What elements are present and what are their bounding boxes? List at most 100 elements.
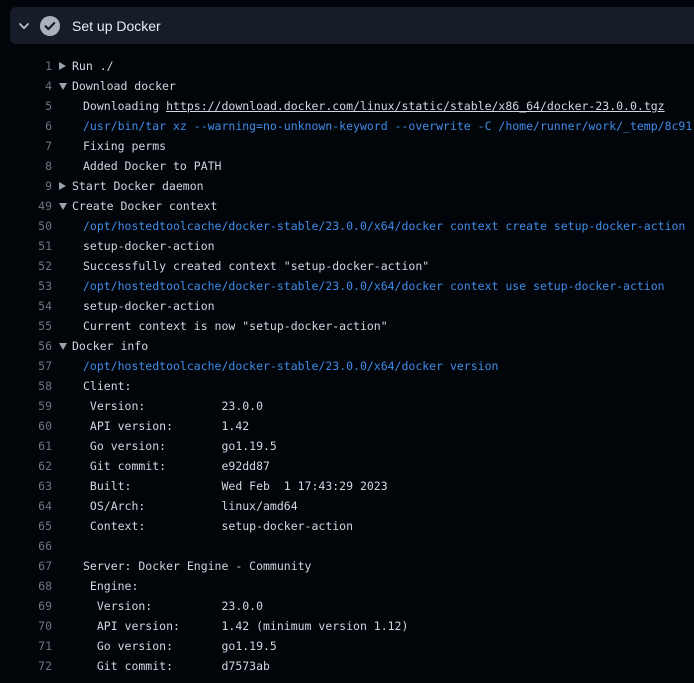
log-text: Version: 23.0.0: [83, 596, 263, 616]
line-number[interactable]: 56: [0, 336, 52, 356]
line-content: OS/Arch: linux/amd64: [59, 496, 298, 516]
line-number[interactable]: 63: [0, 476, 52, 496]
caret-down-icon: [59, 203, 72, 210]
log-line: 54 setup-docker-action: [0, 296, 694, 316]
log-line: 7 Fixing perms: [0, 136, 694, 156]
log-text: Client:: [83, 376, 131, 396]
line-number[interactable]: 62: [0, 456, 52, 476]
log-container: 1 Run ./4Download docker5 Downloading http…: [0, 44, 694, 683]
line-content: Version: 23.0.0: [59, 396, 263, 416]
group-content: Create Docker context: [59, 196, 217, 216]
command-text: /opt/hostedtoolcache/docker-stable/23.0.…: [83, 356, 498, 376]
line-number[interactable]: 59: [0, 396, 52, 416]
line-number[interactable]: 1: [0, 56, 52, 76]
log-line: 53/opt/hostedtoolcache/docker-stable/23.…: [0, 276, 694, 296]
log-line: 66: [0, 536, 694, 556]
log-line: 67 Server: Docker Engine - Community: [0, 556, 694, 576]
line-number[interactable]: 55: [0, 316, 52, 336]
command-text: /opt/hostedtoolcache/docker-stable/23.0.…: [83, 276, 665, 296]
log-text: API version: 1.42 (minimum version 1.12): [83, 616, 408, 636]
line-number[interactable]: 54: [0, 296, 52, 316]
line-content: Go version: go1.19.5: [59, 636, 277, 656]
log-text: Added Docker to PATH: [83, 156, 221, 176]
log-text: Version: 23.0.0: [83, 396, 263, 416]
line-number[interactable]: 68: [0, 576, 52, 596]
log-line: 62 Git commit: e92dd87: [0, 456, 694, 476]
line-content: Current context is now "setup-docker-act…: [59, 316, 388, 336]
line-number[interactable]: 70: [0, 616, 52, 636]
line-number[interactable]: 51: [0, 236, 52, 256]
log-line: 63 Built: Wed Feb 1 17:43:29 2023: [0, 476, 694, 496]
line-number[interactable]: 4: [0, 76, 52, 96]
command-text: /opt/hostedtoolcache/docker-stable/23.0.…: [83, 216, 685, 236]
log-group-row[interactable]: 1 Run ./: [0, 56, 694, 76]
log-text: Built: Wed Feb 1 17:43:29 2023: [83, 476, 388, 496]
log-group-row[interactable]: 56 Docker info: [0, 336, 694, 356]
log-line: 65 Context: setup-docker-action: [0, 516, 694, 536]
line-number[interactable]: 69: [0, 596, 52, 616]
log-line: 69 Version: 23.0.0: [0, 596, 694, 616]
line-number[interactable]: 66: [0, 536, 52, 556]
log-line: 68 Engine:: [0, 576, 694, 596]
log-text: Git commit: e92dd87: [83, 456, 270, 476]
log-line: 59 Version: 23.0.0: [0, 396, 694, 416]
line-content: Server: Docker Engine - Community: [59, 556, 311, 576]
log-link[interactable]: https://download.docker.com/linux/static…: [166, 96, 665, 116]
group-content: Start Docker daemon: [59, 176, 204, 196]
log-line: 72 Git commit: d7573ab: [0, 656, 694, 676]
line-content: Git commit: d7573ab: [59, 656, 270, 676]
log-group-row[interactable]: 9 Start Docker daemon: [0, 176, 694, 196]
line-content: Downloading https://download.docker.com/…: [59, 96, 665, 116]
log-text: Successfully created context "setup-dock…: [83, 256, 429, 276]
line-number[interactable]: 7: [0, 136, 52, 156]
line-number[interactable]: 52: [0, 256, 52, 276]
line-number[interactable]: 8: [0, 156, 52, 176]
log-text: Downloading: [83, 96, 166, 116]
log-line: 55 Current context is now "setup-docker-a…: [0, 316, 694, 336]
line-content: API version: 1.42 (minimum version 1.12): [59, 616, 408, 636]
chevron-down-icon[interactable]: [16, 18, 32, 34]
line-number[interactable]: 9: [0, 176, 52, 196]
line-number[interactable]: 50: [0, 216, 52, 236]
log-text: Current context is now "setup-docker-act…: [83, 316, 388, 336]
log-text: Create Docker context: [72, 196, 217, 216]
line-number[interactable]: 64: [0, 496, 52, 516]
line-content: Successfully created context "setup-dock…: [59, 256, 429, 276]
line-number[interactable]: 61: [0, 436, 52, 456]
log-line: 51 setup-docker-action: [0, 236, 694, 256]
line-content: Fixing perms: [59, 136, 166, 156]
line-number[interactable]: 65: [0, 516, 52, 536]
line-number[interactable]: 58: [0, 376, 52, 396]
line-number[interactable]: 72: [0, 656, 52, 676]
step-header[interactable]: Set up Docker: [10, 7, 694, 44]
line-number[interactable]: 5: [0, 96, 52, 116]
log-line: 70 API version: 1.42 (minimum version 1.…: [0, 616, 694, 636]
log-group-row[interactable]: 49 Create Docker context: [0, 196, 694, 216]
line-number[interactable]: 67: [0, 556, 52, 576]
log-line: 6/usr/bin/tar xz --warning=no-unknown-ke…: [0, 116, 694, 136]
log-line: 71 Go version: go1.19.5: [0, 636, 694, 656]
line-content: /usr/bin/tar xz --warning=no-unknown-key…: [59, 116, 692, 136]
log-lines: 1 Run ./4Download docker5 Downloading http…: [0, 56, 694, 676]
step-title: Set up Docker: [72, 18, 161, 34]
line-content: Version: 23.0.0: [59, 596, 263, 616]
log-text: Engine:: [83, 576, 138, 596]
log-line: 57/opt/hostedtoolcache/docker-stable/23.…: [0, 356, 694, 376]
log-text: Server: Docker Engine - Community: [83, 556, 311, 576]
log-text: OS/Arch: linux/amd64: [83, 496, 298, 516]
log-text: Run ./: [72, 56, 114, 76]
log-text: Start Docker daemon: [72, 176, 204, 196]
line-number[interactable]: 53: [0, 276, 52, 296]
log-text: API version: 1.42: [83, 416, 249, 436]
line-number[interactable]: 6: [0, 116, 52, 136]
line-number[interactable]: 71: [0, 636, 52, 656]
line-number[interactable]: 49: [0, 196, 52, 216]
log-text: Docker info: [72, 336, 148, 356]
log-text: setup-docker-action: [83, 236, 215, 256]
line-number[interactable]: 60: [0, 416, 52, 436]
log-group-row[interactable]: 4Download docker: [0, 76, 694, 96]
check-circle-icon: [40, 16, 60, 36]
line-content: setup-docker-action: [59, 296, 215, 316]
line-number[interactable]: 57: [0, 356, 52, 376]
line-content: /opt/hostedtoolcache/docker-stable/23.0.…: [59, 276, 665, 296]
